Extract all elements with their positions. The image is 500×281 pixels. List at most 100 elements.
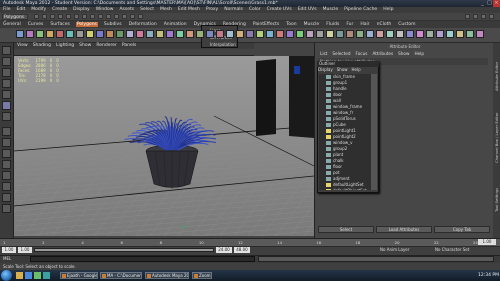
viewport-menu-renderer[interactable]: Renderer xyxy=(96,43,117,48)
menu-mesh[interactable]: Mesh xyxy=(160,7,172,12)
shelf-tool-icon[interactable] xyxy=(36,30,44,38)
shelf-tool-icon[interactable] xyxy=(406,30,414,38)
viewport-menu-show[interactable]: Show xyxy=(79,43,91,48)
select-tool-icon[interactable] xyxy=(2,46,11,55)
side-by-side-layout-icon[interactable] xyxy=(2,149,11,158)
shelf-tab-deformation[interactable]: Deformation xyxy=(128,22,158,27)
shelf-tool-icon[interactable] xyxy=(146,30,154,38)
shelf-tool-icon[interactable] xyxy=(166,30,174,38)
side-tab-2[interactable]: Tool Settings xyxy=(493,170,500,230)
shelf-tool-icon[interactable] xyxy=(386,30,394,38)
shelf-tool-icon[interactable] xyxy=(156,30,164,38)
four-view-layout-icon[interactable] xyxy=(2,138,11,147)
attr-menu-show[interactable]: Show xyxy=(398,51,409,56)
shelf-tool-icon[interactable] xyxy=(116,30,124,38)
current-frame-field[interactable]: 1.00 xyxy=(478,239,496,245)
shelf-tool-icon[interactable] xyxy=(76,30,84,38)
menu-create[interactable]: Create xyxy=(52,7,67,12)
range-bar[interactable] xyxy=(34,248,214,252)
move-tool-icon[interactable] xyxy=(2,79,11,88)
side-tab-0[interactable]: Attribute Editor xyxy=(493,46,500,106)
shelf-tool-icon[interactable] xyxy=(266,30,274,38)
input-ops-icon[interactable] xyxy=(465,14,470,19)
shelf-tool-icon[interactable] xyxy=(26,30,34,38)
shelf-tool-icon[interactable] xyxy=(316,30,324,38)
menu-color[interactable]: Color xyxy=(249,7,261,12)
shelf-tool-icon[interactable] xyxy=(136,30,144,38)
taskbar-item[interactable]: Zoom xyxy=(192,272,212,279)
paint-select-tool-icon[interactable] xyxy=(2,68,11,77)
shelf-tool-icon[interactable] xyxy=(366,30,374,38)
shelf-tool-icon[interactable] xyxy=(356,30,364,38)
attr-menu-focus[interactable]: Focus xyxy=(355,51,367,56)
hypershade-layout-icon[interactable] xyxy=(2,193,11,202)
range-start-field[interactable]: 1.00 xyxy=(2,247,16,253)
shelf-tab-subdivs[interactable]: Subdivs xyxy=(103,22,123,27)
shelf-tab-custom[interactable]: Custom xyxy=(397,22,416,27)
taskbar-item[interactable]: Autodesk Maya 2012 -... xyxy=(145,272,189,279)
show-attr-editor-icon[interactable] xyxy=(473,14,478,19)
command-language-label[interactable]: MEL xyxy=(3,256,11,262)
snap-grid-icon[interactable] xyxy=(82,14,87,19)
shelf-tool-icon[interactable] xyxy=(196,30,204,38)
menu-assets[interactable]: Assets xyxy=(119,7,134,12)
save-scene-icon[interactable] xyxy=(50,14,55,19)
persp-outliner-layout-icon[interactable] xyxy=(2,171,11,180)
shelf-tool-icon[interactable] xyxy=(236,30,244,38)
shelf-tab-toon[interactable]: Toon xyxy=(285,22,297,27)
attr-load-attributes-button[interactable]: Load Attributes xyxy=(376,226,432,233)
menu-modify[interactable]: Modify xyxy=(31,7,46,12)
shelf-tool-icon[interactable] xyxy=(466,30,474,38)
shelf-tab-curves[interactable]: Curves xyxy=(27,22,45,27)
shelf-tab-ncloth[interactable]: nCloth xyxy=(376,22,393,27)
menu-normals[interactable]: Normals xyxy=(224,7,243,12)
shelf-tool-icon[interactable] xyxy=(16,30,24,38)
shelf-tool-icon[interactable] xyxy=(306,30,314,38)
menu-file[interactable]: File xyxy=(3,7,11,12)
outliner-layout-icon[interactable] xyxy=(2,182,11,191)
show-channel-box-icon[interactable] xyxy=(489,14,494,19)
snap-point-icon[interactable] xyxy=(98,14,103,19)
side-tab-1[interactable]: Channel Box / Layer Editor xyxy=(493,108,500,168)
menu-window[interactable]: Window xyxy=(96,7,114,12)
outliner-list[interactable]: skin_frame group1 handle door wall window_fra… xyxy=(319,74,371,190)
taskbar-item[interactable]: Ejaath - Google... xyxy=(60,272,98,279)
rotate-tool-icon[interactable] xyxy=(2,90,11,99)
menu-edit-mesh[interactable]: Edit Mesh xyxy=(178,7,200,12)
attr-select-button[interactable]: Select xyxy=(318,226,374,233)
shelf-tool-icon[interactable] xyxy=(206,30,214,38)
menu-muscle[interactable]: Muscle xyxy=(323,7,339,12)
viewport-menu-view[interactable]: View xyxy=(17,43,28,48)
outliner-menu-help[interactable]: Help xyxy=(352,67,361,72)
menu-proxy[interactable]: Proxy xyxy=(206,7,218,12)
graph-editor-layout-icon[interactable] xyxy=(2,204,11,213)
viewport-persp[interactable]: x z xyxy=(14,56,314,236)
snap-surface-icon[interactable] xyxy=(106,14,111,19)
shelf-tool-icon[interactable] xyxy=(186,30,194,38)
shelf-tool-icon[interactable] xyxy=(436,30,444,38)
menu-select[interactable]: Select xyxy=(140,7,154,12)
maximize-icon[interactable]: □ xyxy=(486,0,493,7)
attr-menu-attributes[interactable]: Attributes xyxy=(372,51,393,56)
snap-curve-icon[interactable] xyxy=(90,14,95,19)
attr-menu-selected[interactable]: Selected xyxy=(332,51,350,56)
select-object-icon[interactable] xyxy=(66,14,71,19)
attr-menu-help[interactable]: Help xyxy=(414,51,424,56)
ipr-render-icon[interactable] xyxy=(130,14,135,19)
minimize-icon[interactable]: _ xyxy=(479,0,486,7)
show-tool-settings-icon[interactable] xyxy=(481,14,486,19)
quicklaunch-browser-icon[interactable] xyxy=(25,272,32,279)
select-hierarchy-icon[interactable] xyxy=(58,14,63,19)
shelf-tool-icon[interactable] xyxy=(376,30,384,38)
shelf-tool-icon[interactable] xyxy=(96,30,104,38)
quicklaunch-folder-icon[interactable] xyxy=(16,272,23,279)
range-end-field[interactable]: 24.00 xyxy=(216,247,232,253)
new-scene-icon[interactable] xyxy=(34,14,39,19)
shelf-tool-icon[interactable] xyxy=(296,30,304,38)
viewport-menu-panels[interactable]: Panels xyxy=(122,43,136,48)
range-outer-end-field[interactable]: 48.00 xyxy=(234,247,250,253)
shelf-tool-icon[interactable] xyxy=(416,30,424,38)
shelf-tab-painteffects[interactable]: PaintEffects xyxy=(252,22,280,27)
shelf-tab-general[interactable]: General xyxy=(2,22,22,27)
range-inner-start-field[interactable]: 1.00 xyxy=(18,247,32,253)
